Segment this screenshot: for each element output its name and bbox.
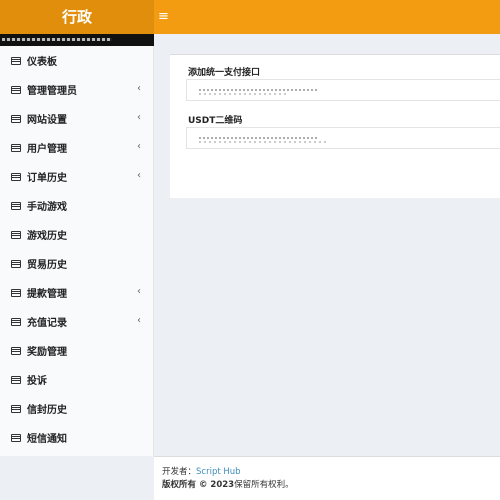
sidebar-item-withdrawals[interactable]: 提款管理 ‹: [0, 278, 153, 307]
chevron-left-icon: ‹: [137, 315, 141, 326]
table-icon: [11, 85, 21, 94]
sidebar-item-label: 贸易历史: [27, 260, 67, 271]
redacted-text: [199, 93, 289, 95]
table-icon: [11, 143, 21, 152]
sidebar-item-sms[interactable]: 短信通知: [0, 423, 153, 452]
sidebar-item-orders[interactable]: 订单历史 ‹: [0, 162, 153, 191]
sidebar-item-label: 提款管理: [27, 289, 67, 300]
table-icon: [11, 433, 21, 442]
sidebar-item-label: 短信通知: [27, 434, 67, 445]
developer-line: 开发者：Script Hub: [162, 466, 500, 479]
sidebar-item-manual-game[interactable]: 手动游戏: [0, 191, 153, 220]
redacted-text: [199, 137, 319, 139]
sidebar-item-rewards[interactable]: 奖励管理: [0, 336, 153, 365]
redacted-user-info: [2, 38, 112, 41]
table-icon: [11, 288, 21, 297]
sidebar-item-recharge[interactable]: 充值记录 ‹: [0, 307, 153, 336]
table-icon: [11, 56, 21, 65]
brand-logo[interactable]: 行政: [0, 0, 154, 34]
top-navbar: 行政 ≡: [0, 0, 500, 34]
settings-panel: 添加统一支付接口 USDT二维码: [170, 54, 500, 198]
sidebar-item-label: 网站设置: [27, 115, 67, 126]
table-icon: [11, 317, 21, 326]
sidebar-item-label: 手动游戏: [27, 202, 67, 213]
sidebar-item-label: 用户管理: [27, 144, 67, 155]
sidebar-item-label: 游戏历史: [27, 231, 67, 242]
copyright-bold: 版权所有 © 2023: [162, 480, 235, 490]
table-icon: [11, 404, 21, 413]
developer-link[interactable]: Script Hub: [196, 467, 241, 477]
sidebar-item-label: 管理管理员: [27, 86, 77, 97]
table-icon: [11, 230, 21, 239]
sidebar-item-admins[interactable]: 管理管理员 ‹: [0, 75, 153, 104]
payment-interface-label: 添加统一支付接口: [188, 68, 261, 78]
user-panel: [0, 34, 154, 46]
sidebar-item-label: 奖励管理: [27, 347, 67, 358]
developer-prefix: 开发者：: [162, 467, 197, 477]
chevron-left-icon: ‹: [137, 286, 141, 297]
redacted-text: [199, 89, 319, 91]
sidebar-item-label: 仪表板: [27, 57, 57, 68]
sidebar-item-envelope-history[interactable]: 信封历史: [0, 394, 153, 423]
menu-toggle-icon[interactable]: ≡: [158, 8, 172, 26]
sidebar: 仪表板 管理管理员 ‹ 网站设置 ‹ 用户管理 ‹ 订单历史 ‹ 手动游戏 游戏历史 贸…: [0, 46, 154, 456]
copyright-line: 版权所有 © 2023保留所有权利。: [162, 479, 500, 492]
sidebar-item-trade-history[interactable]: 贸易历史: [0, 249, 153, 278]
sidebar-item-dashboard[interactable]: 仪表板: [0, 46, 153, 75]
chevron-left-icon: ‹: [137, 170, 141, 181]
table-icon: [11, 375, 21, 384]
chevron-left-icon: ‹: [137, 83, 141, 94]
table-icon: [11, 201, 21, 210]
sidebar-item-game-history[interactable]: 游戏历史: [0, 220, 153, 249]
table-icon: [11, 114, 21, 123]
usdt-qr-label: USDT二维码: [188, 116, 243, 126]
sidebar-item-label: 信封历史: [27, 405, 67, 416]
sidebar-item-label: 订单历史: [27, 173, 67, 184]
payment-interface-field[interactable]: [186, 79, 500, 101]
usdt-qr-field[interactable]: [186, 127, 500, 149]
sidebar-item-users[interactable]: 用户管理 ‹: [0, 133, 153, 162]
copyright-rest: 保留所有权利。: [234, 480, 294, 490]
table-icon: [11, 259, 21, 268]
chevron-left-icon: ‹: [137, 112, 141, 123]
table-icon: [11, 172, 21, 181]
footer: 开发者：Script Hub 版权所有 © 2023保留所有权利。: [154, 456, 500, 500]
redacted-text: [199, 141, 329, 143]
sidebar-item-site-settings[interactable]: 网站设置 ‹: [0, 104, 153, 133]
sidebar-item-complaints[interactable]: 投诉: [0, 365, 153, 394]
main-content: 添加统一支付接口 USDT二维码: [154, 34, 500, 456]
table-icon: [11, 346, 21, 355]
chevron-left-icon: ‹: [137, 141, 141, 152]
sidebar-item-label: 充值记录: [27, 318, 67, 329]
sidebar-item-label: 投诉: [27, 376, 47, 387]
